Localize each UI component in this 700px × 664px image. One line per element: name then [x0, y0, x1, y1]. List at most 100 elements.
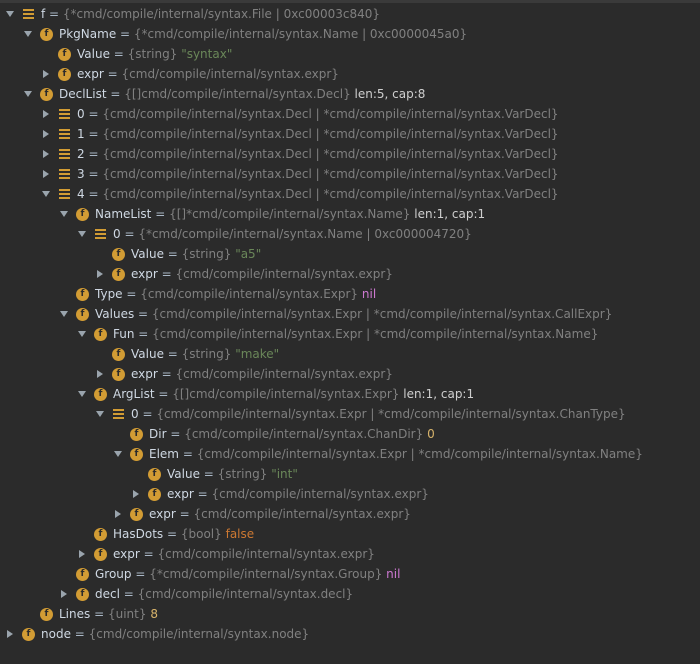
row-name: 3 [77, 167, 85, 181]
tree-row[interactable]: 1 = {cmd/compile/internal/syntax.Decl | … [0, 124, 700, 144]
row-name: Lines [59, 607, 91, 621]
field-icon: f [22, 627, 35, 641]
chevron-down-icon[interactable] [40, 188, 52, 200]
row-name: 0 [113, 227, 121, 241]
chevron-right-icon[interactable] [58, 588, 70, 600]
tree-row[interactable]: f expr = {cmd/compile/internal/syntax.exp… [0, 364, 700, 384]
row-value: 8 [150, 607, 158, 621]
row-type: {cmd/compile/internal/syntax.expr} [121, 67, 339, 81]
equals-sign: = [119, 587, 138, 601]
row-value: nil [386, 567, 401, 581]
row-name: Value [77, 47, 110, 61]
tree-row[interactable]: f Dir = {cmd/compile/internal/syntax.Chan… [0, 424, 700, 444]
equals-sign: = [131, 567, 150, 581]
chevron-right-icon[interactable] [94, 268, 106, 280]
tree-row[interactable]: 2 = {cmd/compile/internal/syntax.Decl | … [0, 144, 700, 164]
equals-sign: = [175, 507, 194, 521]
equals-sign: = [84, 167, 103, 181]
equals-sign: = [122, 287, 141, 301]
tree-row[interactable]: f Value = {string} "int" [0, 464, 700, 484]
tree-row[interactable]: f expr = {cmd/compile/internal/syntax.exp… [0, 64, 700, 84]
tree-row[interactable]: f node = {cmd/compile/internal/syntax.nod… [0, 624, 700, 644]
tree-row[interactable]: f Group = {*cmd/compile/internal/syntax.G… [0, 564, 700, 584]
row-name: Fun [113, 327, 135, 341]
row-type: {string} [181, 247, 232, 261]
list-icon [22, 8, 35, 21]
field-icon: f [76, 567, 89, 581]
equals-sign: = [163, 527, 181, 541]
row-type: {cmd/compile/internal/syntax.node} [88, 627, 310, 641]
tree-row[interactable]: f PkgName = {*cmd/compile/internal/syntax… [0, 24, 700, 44]
chevron-right-icon[interactable] [40, 168, 52, 180]
chevron-right-icon[interactable] [40, 128, 52, 140]
row-type: {cmd/compile/internal/syntax.Expr | *cmd… [156, 407, 626, 421]
chevron-right-icon[interactable] [4, 628, 16, 640]
chevron-right-icon[interactable] [130, 488, 142, 500]
tree-row[interactable]: f Lines = {uint} 8 [0, 604, 700, 624]
chevron-right-icon[interactable] [94, 368, 106, 380]
chevron-down-icon[interactable] [94, 408, 106, 420]
chevron-down-icon[interactable] [22, 28, 34, 40]
equals-sign: = [166, 427, 185, 441]
tree-row[interactable]: f = {*cmd/compile/internal/syntax.File |… [0, 4, 700, 24]
chevron-right-icon[interactable] [112, 508, 124, 520]
chevron-down-icon[interactable] [76, 388, 88, 400]
tree-row[interactable]: f HasDots = {bool} false [0, 524, 700, 544]
tree-row[interactable]: f Value = {string} "make" [0, 344, 700, 364]
row-type: {string} [127, 47, 178, 61]
row-type: {*cmd/compile/internal/syntax.Name | 0xc… [138, 227, 472, 241]
equals-sign: = [90, 607, 108, 621]
tree-row[interactable]: 0 = {cmd/compile/internal/syntax.Decl | … [0, 104, 700, 124]
row-type: {cmd/compile/internal/syntax.expr} [193, 507, 411, 521]
field-icon: f [40, 607, 53, 621]
equals-sign: = [157, 367, 176, 381]
tree-row[interactable]: f decl = {cmd/compile/internal/syntax.dec… [0, 584, 700, 604]
tree-row[interactable]: f expr = {cmd/compile/internal/syntax.exp… [0, 264, 700, 284]
chevron-right-icon[interactable] [76, 548, 88, 560]
equals-sign: = [120, 227, 139, 241]
chevron-right-icon[interactable] [40, 148, 52, 160]
row-type: {[]cmd/compile/internal/syntax.Expr} [172, 387, 400, 401]
chevron-down-icon[interactable] [22, 88, 34, 100]
tree-row[interactable]: f Value = {string} "syntax" [0, 44, 700, 64]
chevron-right-icon[interactable] [40, 68, 52, 80]
row-type: {cmd/compile/internal/syntax.expr} [211, 487, 429, 501]
tree-row[interactable]: f Fun = {cmd/compile/internal/syntax.Expr… [0, 324, 700, 344]
chevron-right-icon[interactable] [40, 108, 52, 120]
tree-row[interactable]: f Elem = {cmd/compile/internal/syntax.Exp… [0, 444, 700, 464]
field-icon: f [94, 547, 107, 561]
variables-tree: f = {*cmd/compile/internal/syntax.File |… [0, 0, 700, 664]
field-icon: f [76, 587, 89, 601]
chevron-down-icon[interactable] [112, 448, 124, 460]
equals-sign: = [134, 307, 152, 321]
tree-row[interactable]: f Values = {cmd/compile/internal/syntax.E… [0, 304, 700, 324]
tree-row[interactable]: f Value = {string} "a5" [0, 244, 700, 264]
row-name: expr [131, 267, 158, 281]
chevron-down-icon[interactable] [58, 308, 70, 320]
tree-row[interactable]: f Type = {cmd/compile/internal/syntax.Exp… [0, 284, 700, 304]
tree-row[interactable]: 0 = {cmd/compile/internal/syntax.Expr | … [0, 404, 700, 424]
tree-row[interactable]: 3 = {cmd/compile/internal/syntax.Decl | … [0, 164, 700, 184]
chevron-down-icon[interactable] [76, 328, 88, 340]
chevron-down-icon[interactable] [76, 228, 88, 240]
field-icon: f [76, 307, 89, 321]
tree-row[interactable]: f DeclList = {[]cmd/compile/internal/synt… [0, 84, 700, 104]
tree-row[interactable]: f NameList = {[]*cmd/compile/internal/syn… [0, 204, 700, 224]
row-value: "a5" [235, 247, 262, 261]
row-name: Elem [149, 447, 179, 461]
chevron-down-icon[interactable] [4, 8, 16, 20]
chevron-down-icon[interactable] [58, 208, 70, 220]
tree-row[interactable]: f expr = {cmd/compile/internal/syntax.exp… [0, 504, 700, 524]
row-name: Dir [149, 427, 167, 441]
field-icon: f [148, 487, 161, 501]
tree-row[interactable]: 4 = {cmd/compile/internal/syntax.Decl | … [0, 184, 700, 204]
tree-row[interactable]: f ArgList = {[]cmd/compile/internal/synta… [0, 384, 700, 404]
row-value: "syntax" [181, 47, 233, 61]
tree-row[interactable]: f expr = {cmd/compile/internal/syntax.exp… [0, 544, 700, 564]
list-icon [58, 188, 71, 201]
equals-sign: = [84, 107, 103, 121]
field-icon: f [40, 87, 53, 101]
tree-row[interactable]: 0 = {*cmd/compile/internal/syntax.Name |… [0, 224, 700, 244]
tree-row[interactable]: f expr = {cmd/compile/internal/syntax.exp… [0, 484, 700, 504]
row-name: 2 [77, 147, 85, 161]
